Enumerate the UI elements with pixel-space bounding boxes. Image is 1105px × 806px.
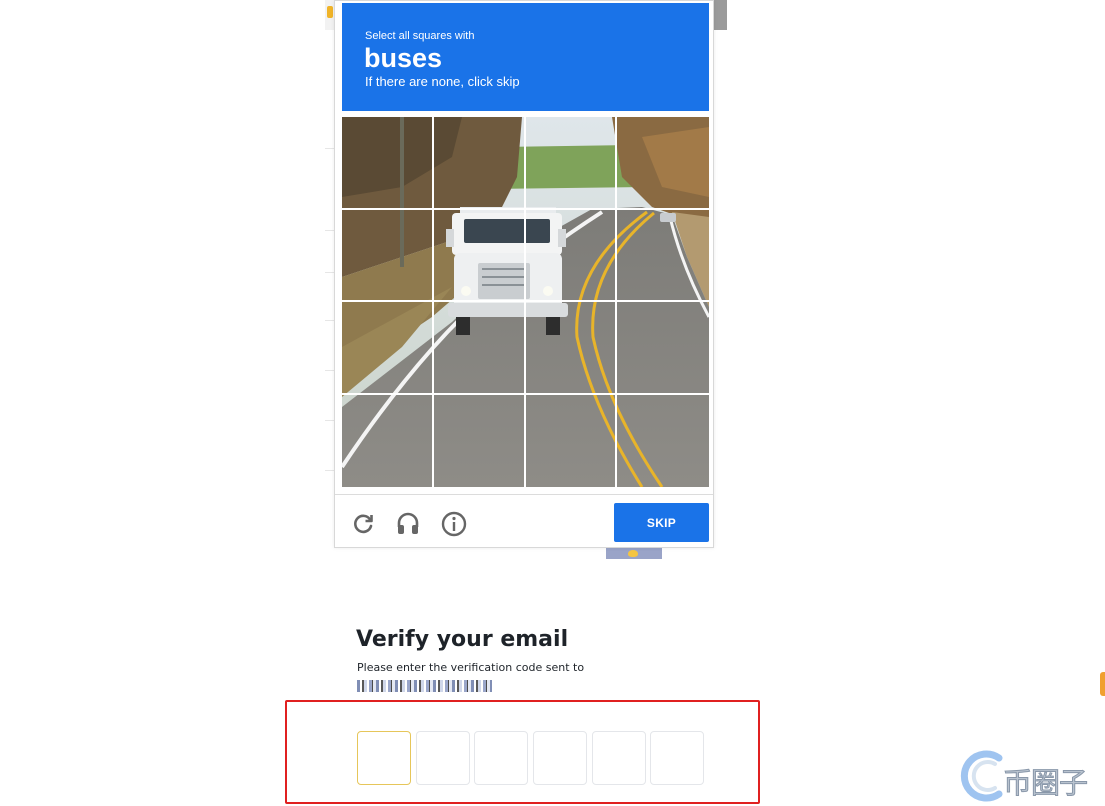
- captcha-tile[interactable]: [525, 117, 618, 210]
- captcha-tile[interactable]: [342, 117, 434, 210]
- captcha-widget: Select all squares with buses If there a…: [334, 0, 714, 548]
- captcha-tile[interactable]: [433, 209, 526, 302]
- captcha-footer-divider: [335, 494, 713, 495]
- verification-code-digit-5[interactable]: [592, 731, 646, 785]
- verification-code-digit-3[interactable]: [474, 731, 528, 785]
- captcha-tile[interactable]: [525, 302, 618, 395]
- captcha-tile[interactable]: [342, 394, 434, 487]
- captcha-tile[interactable]: [433, 117, 526, 210]
- instruction-text: Select all squares with: [365, 30, 475, 42]
- page: Select all squares with buses If there a…: [0, 0, 1105, 806]
- captcha-tile[interactable]: [434, 394, 526, 487]
- captcha-tile[interactable]: [617, 117, 709, 210]
- watermark-text: 币圈子: [1002, 766, 1088, 801]
- captcha-tile[interactable]: [617, 395, 709, 488]
- verification-code-digit-4[interactable]: [533, 731, 587, 785]
- reload-icon[interactable]: [349, 510, 377, 538]
- instruction-target: buses: [364, 43, 443, 73]
- verification-code-digit-2[interactable]: [416, 731, 470, 785]
- watermark: 币圈子: [955, 748, 1105, 806]
- captcha-image-grid: [342, 117, 709, 487]
- captcha-tile[interactable]: [617, 210, 709, 302]
- masked-email-address: [357, 680, 492, 692]
- verify-email-description: Please enter the verification code sent …: [357, 661, 585, 674]
- skip-button[interactable]: SKIP: [614, 503, 709, 542]
- captcha-tile[interactable]: [617, 302, 709, 395]
- captcha-tile[interactable]: [433, 302, 526, 395]
- headphones-icon[interactable]: [394, 510, 422, 538]
- verification-code-digit-6[interactable]: [650, 731, 704, 785]
- background-heart-badge: [606, 548, 662, 559]
- background-side-tab: [1100, 672, 1105, 696]
- info-icon[interactable]: [440, 510, 468, 538]
- verification-code-digit-1[interactable]: [357, 731, 411, 785]
- captcha-tile[interactable]: [342, 209, 434, 302]
- verify-email-title: Verify your email: [356, 627, 569, 652]
- captcha-tile[interactable]: [526, 394, 618, 487]
- captcha-tile[interactable]: [342, 302, 434, 395]
- captcha-tile[interactable]: [525, 209, 618, 302]
- captcha-instructions: Select all squares with buses If there a…: [342, 3, 709, 111]
- instruction-subtext: If there are none, click skip: [365, 74, 520, 89]
